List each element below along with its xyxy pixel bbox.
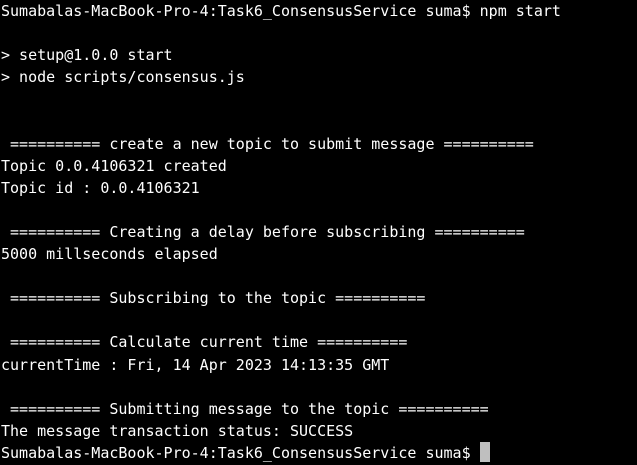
terminal-line-output: The message transaction status: SUCCESS <box>1 421 354 440</box>
terminal-window[interactable]: Sumabalas-MacBook-Pro-4:Task6_ConsensusS… <box>0 0 637 465</box>
terminal-line-section-header: ========== Subscribing to the topic ====… <box>1 289 426 308</box>
text-cursor <box>479 441 490 462</box>
terminal-line-section-header: ========== Creating a delay before subsc… <box>1 222 525 241</box>
terminal-line-section-header: ========== create a new topic to submit … <box>1 134 534 153</box>
terminal-prompt: Sumabalas-MacBook-Pro-4:Task6_ConsensusS… <box>1 443 480 462</box>
terminal-line-output: Topic id : 0.0.4106321 <box>1 178 200 197</box>
terminal-line-output: 5000 millseconds elapsed <box>1 245 218 264</box>
terminal-prompt-line[interactable]: Sumabalas-MacBook-Pro-4:Task6_ConsensusS… <box>0 441 637 464</box>
terminal-line-section-header: ========== Calculate current time ======… <box>1 333 408 352</box>
terminal-line-section-header: ========== Submitting message to the top… <box>1 399 489 418</box>
terminal-line-command: Sumabalas-MacBook-Pro-4:Task6_ConsensusS… <box>1 2 561 20</box>
terminal-line-node-command: > node scripts/consensus.js <box>1 68 245 87</box>
terminal-line-output: Topic 0.0.4106321 created <box>1 156 227 175</box>
terminal-line-output: currentTime : Fri, 14 Apr 2023 14:13:35 … <box>1 355 390 374</box>
terminal-line-npm-script: > setup@1.0.0 start <box>1 46 173 65</box>
